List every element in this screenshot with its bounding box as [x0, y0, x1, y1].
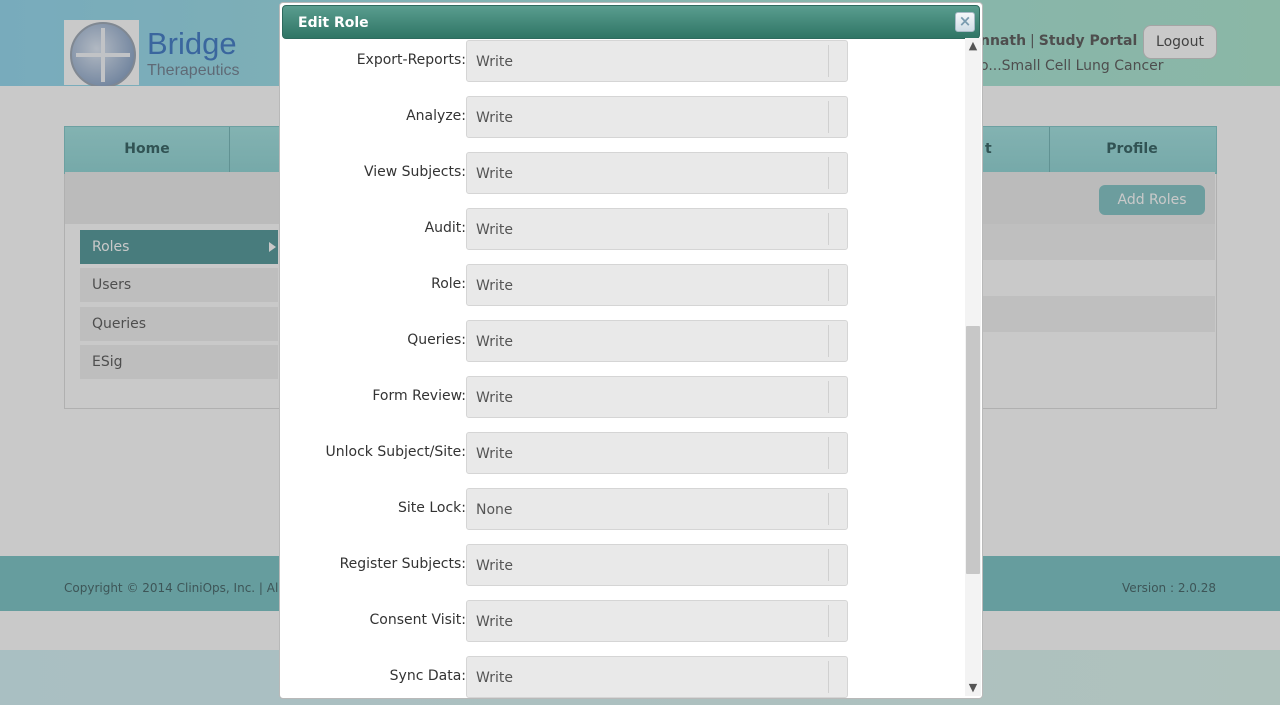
chevron-down-icon	[828, 381, 847, 413]
field-label: Form Review:	[372, 388, 466, 404]
field-row-queries: Queries: Write	[296, 320, 916, 362]
export-reports-select[interactable]: Write	[466, 40, 848, 82]
field-label: Register Subjects:	[339, 556, 466, 572]
field-label: Role:	[431, 276, 466, 292]
field-row-audit: Audit: Write	[296, 208, 916, 250]
view-subjects-select[interactable]: Write	[466, 152, 848, 194]
field-label: Analyze:	[406, 108, 466, 124]
field-row-view-subjects: View Subjects: Write	[296, 152, 916, 194]
chevron-down-icon	[828, 157, 847, 189]
chevron-down-icon[interactable]: ▼	[965, 680, 981, 696]
select-value: Write	[476, 278, 513, 294]
field-row-export-reports: Export-Reports: Write	[296, 40, 916, 82]
queries-select[interactable]: Write	[466, 320, 848, 362]
select-value: None	[476, 502, 513, 518]
field-label: View Subjects:	[363, 164, 466, 180]
chevron-down-icon	[828, 493, 847, 525]
chevron-down-icon	[828, 269, 847, 301]
field-label: Site Lock:	[398, 500, 466, 516]
edit-role-dialog: Edit Role × Export-Reports: Write Analyz…	[279, 2, 983, 699]
close-button[interactable]: ×	[955, 12, 975, 32]
chevron-down-icon	[828, 45, 847, 77]
consent-visit-select[interactable]: Write	[466, 600, 848, 642]
scrollbar-thumb[interactable]	[966, 326, 980, 574]
field-row-role: Role: Write	[296, 264, 916, 306]
analyze-select[interactable]: Write	[466, 96, 848, 138]
select-value: Write	[476, 558, 513, 574]
select-value: Write	[476, 446, 513, 462]
field-row-site-lock: Site Lock: None	[296, 488, 916, 530]
role-select[interactable]: Write	[466, 264, 848, 306]
chevron-down-icon	[828, 549, 847, 581]
select-value: Write	[476, 166, 513, 182]
select-value: Write	[476, 222, 513, 238]
select-value: Write	[476, 54, 513, 70]
field-label: Unlock Subject/Site:	[325, 444, 466, 460]
select-value: Write	[476, 390, 513, 406]
register-subjects-select[interactable]: Write	[466, 544, 848, 586]
field-row-consent-visit: Consent Visit: Write	[296, 600, 916, 642]
close-icon: ×	[958, 12, 972, 30]
chevron-down-icon	[828, 437, 847, 469]
select-value: Write	[476, 334, 513, 350]
dialog-title: Edit Role	[298, 15, 369, 31]
select-value: Write	[476, 670, 513, 686]
chevron-up-icon[interactable]: ▲	[965, 38, 981, 54]
chevron-down-icon	[828, 661, 847, 693]
field-label: Export-Reports:	[356, 52, 466, 68]
chevron-down-icon	[828, 213, 847, 245]
field-row-register-subjects: Register Subjects: Write	[296, 544, 916, 586]
field-label: Sync Data:	[389, 668, 466, 684]
select-value: Write	[476, 614, 513, 630]
field-row-form-review: Form Review: Write	[296, 376, 916, 418]
audit-select[interactable]: Write	[466, 208, 848, 250]
chevron-down-icon	[828, 101, 847, 133]
field-label: Queries:	[407, 332, 466, 348]
chevron-down-icon	[828, 605, 847, 637]
field-label: Consent Visit:	[369, 612, 466, 628]
site-lock-select[interactable]: None	[466, 488, 848, 530]
field-row-sync-data: Sync Data: Write	[296, 656, 916, 698]
dialog-body: Export-Reports: Write Analyze: Write Vie…	[296, 40, 966, 698]
dialog-scrollbar[interactable]: ▲ ▼	[965, 38, 981, 696]
unlock-subject-site-select[interactable]: Write	[466, 432, 848, 474]
chevron-down-icon	[828, 325, 847, 357]
dialog-titlebar[interactable]: Edit Role ×	[282, 5, 980, 39]
sync-data-select[interactable]: Write	[466, 656, 848, 698]
form-review-select[interactable]: Write	[466, 376, 848, 418]
select-value: Write	[476, 110, 513, 126]
field-row-unlock-subject-site: Unlock Subject/Site: Write	[296, 432, 916, 474]
field-label: Audit:	[424, 220, 466, 236]
field-row-analyze: Analyze: Write	[296, 96, 916, 138]
